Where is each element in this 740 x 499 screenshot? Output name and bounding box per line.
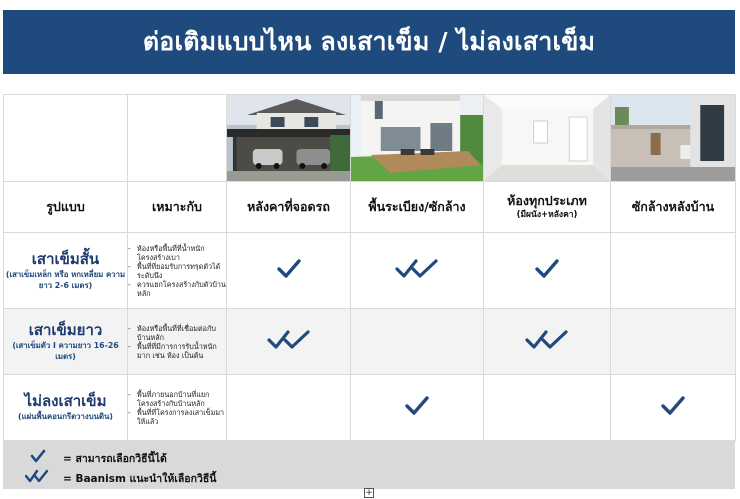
- fit-list: พื้นที่ภายนอกบ้านที่แยกโครงสร้างกับบ้านห…: [128, 390, 226, 426]
- column-header-terrace: พื้นระเบียง/ซักล้าง: [350, 181, 484, 233]
- mark-cell: [226, 232, 351, 309]
- check-icon: [533, 258, 561, 284]
- legend-item-double: = Baanism แนะนำให้เลือกวิธีนี้: [24, 468, 217, 488]
- mark-cell: [483, 308, 611, 375]
- check-icon: [275, 258, 303, 284]
- mark-cell: [226, 308, 351, 375]
- mark-cell: [483, 374, 611, 441]
- column-header-label: พื้นระเบียง/ซักล้าง: [368, 198, 466, 214]
- fit-item: พื้นที่ที่โครงการลงเสาเข็มมาให้แล้ว: [128, 408, 226, 426]
- double-check-icon: [525, 329, 569, 355]
- legend-text: = สามารถเลือกวิธีนี้ได้: [63, 452, 167, 465]
- column-header-sublabel: (มีผนัง+หลังคา): [516, 209, 578, 220]
- fit-list: ห้องหรือพื้นที่ที่เชื่อมต่อกับบ้านหลัก พ…: [128, 324, 226, 360]
- mark-cell: [610, 308, 736, 375]
- column-header-backyard: ซักล้างหลังบ้าน: [610, 181, 736, 233]
- column-header-label: หลังคาที่จอดรถ: [247, 198, 330, 214]
- fit-item: ควรแยกโครงสร้างกับตัวบ้านหลัก: [128, 280, 226, 298]
- carport-photo: [226, 94, 351, 182]
- plus-box-icon[interactable]: +: [364, 488, 374, 498]
- type-description: (เสาเข็มเหล็ก หรือ หกเหลี่ยม ความยาว 2-6…: [5, 269, 126, 290]
- fit-item: พื้นที่ภายนอกบ้านที่แยกโครงสร้างกับบ้านห…: [128, 390, 226, 408]
- column-header-label: ห้องทุกประเภท: [507, 192, 587, 208]
- type-cell-long-pile: เสาเข็มยาว (เสาเข็มตัว I ความยาว 16-26 เ…: [3, 308, 128, 375]
- header-row: รูปแบบ เหมาะกับ หลังคาที่จอดรถ พื้นระเบี…: [3, 181, 736, 233]
- table-row: เสาเข็มยาว (เสาเข็มตัว I ความยาว 16-26 เ…: [3, 308, 736, 375]
- column-header-room: ห้องทุกประเภท (มีผนัง+หลังคา): [483, 181, 611, 233]
- double-check-icon: [395, 258, 439, 284]
- legend-item-single: = สามารถเลือกวิธีนี้ได้: [25, 448, 167, 468]
- backyard-photo: [610, 94, 736, 182]
- double-check-icon: [24, 468, 49, 488]
- mark-cell: [350, 232, 484, 309]
- table-row: ไม่ลงเสาเข็ม (แผ่นพื้นคอนกรีตวางบนดิน) พ…: [3, 374, 736, 441]
- type-name: ไม่ลงเสาเข็ม: [24, 392, 107, 411]
- check-icon: [403, 395, 431, 421]
- fit-cell: ห้องหรือพื้นที่ที่น้ำหนักโครงสร้างเบา พื…: [127, 232, 227, 309]
- column-header-carport: หลังคาที่จอดรถ: [226, 181, 351, 233]
- fit-item: พื้นที่ที่ยอมรับการทรุดตัวได้ระดับนึง: [128, 262, 226, 280]
- type-name: เสาเข็มยาว: [28, 320, 103, 339]
- fit-header: เหมาะกับ: [127, 181, 227, 233]
- fit-item: ห้องหรือพื้นที่ที่เชื่อมต่อกับบ้านหลัก: [128, 324, 226, 342]
- comparison-table: รูปแบบ เหมาะกับ หลังคาที่จอดรถ พื้นระเบี…: [3, 94, 736, 441]
- fit-item: ห้องหรือพื้นที่ที่น้ำหนักโครงสร้างเบา: [128, 244, 226, 262]
- column-header-label: ซักล้างหลังบ้าน: [631, 198, 715, 214]
- fit-cell: พื้นที่ภายนอกบ้านที่แยกโครงสร้างกับบ้านห…: [127, 374, 227, 441]
- empty-corner-cell: [3, 94, 128, 182]
- photo-row: [3, 94, 736, 182]
- mark-cell: [610, 232, 736, 309]
- mark-cell: [226, 374, 351, 441]
- fit-cell: ห้องหรือพื้นที่ที่เชื่อมต่อกับบ้านหลัก พ…: [127, 308, 227, 375]
- mark-cell: [483, 232, 611, 309]
- empty-corner-cell: [127, 94, 227, 182]
- table-row: เสาเข็มสั้น (เสาเข็มเหล็ก หรือ หกเหลี่ยม…: [3, 232, 736, 309]
- fit-item: พื้นที่ที่มีการการรับน้ำหนักมาก เช่น ห้อ…: [128, 342, 226, 360]
- page-title: ต่อเติมแบบไหน ลงเสาเข็ม / ไม่ลงเสาเข็ม: [3, 10, 735, 74]
- check-icon: [659, 395, 687, 421]
- fit-list: ห้องหรือพื้นที่ที่น้ำหนักโครงสร้างเบา พื…: [128, 244, 226, 298]
- type-cell-short-pile: เสาเข็มสั้น (เสาเข็มเหล็ก หรือ หกเหลี่ยม…: [3, 232, 128, 309]
- room-photo: [483, 94, 611, 182]
- legend: = สามารถเลือกวิธีนี้ได้ = Baanism แนะนำใ…: [3, 441, 735, 489]
- type-description: (เสาเข็มตัว I ความยาว 16-26 เมตร): [12, 340, 119, 361]
- legend-text: = Baanism แนะนำให้เลือกวิธีนี้: [63, 472, 217, 485]
- double-check-icon: [266, 329, 311, 355]
- type-description: (แผ่นพื้นคอนกรีตวางบนดิน): [18, 412, 113, 422]
- mark-cell: [350, 308, 484, 375]
- type-header: รูปแบบ: [3, 181, 128, 233]
- mark-cell: [610, 374, 736, 441]
- terrace-photo: [350, 94, 484, 182]
- mark-cell: [350, 374, 484, 441]
- check-icon: [25, 448, 49, 468]
- type-cell-no-pile: ไม่ลงเสาเข็ม (แผ่นพื้นคอนกรีตวางบนดิน): [3, 374, 128, 441]
- type-name: เสาเข็มสั้น: [31, 249, 100, 268]
